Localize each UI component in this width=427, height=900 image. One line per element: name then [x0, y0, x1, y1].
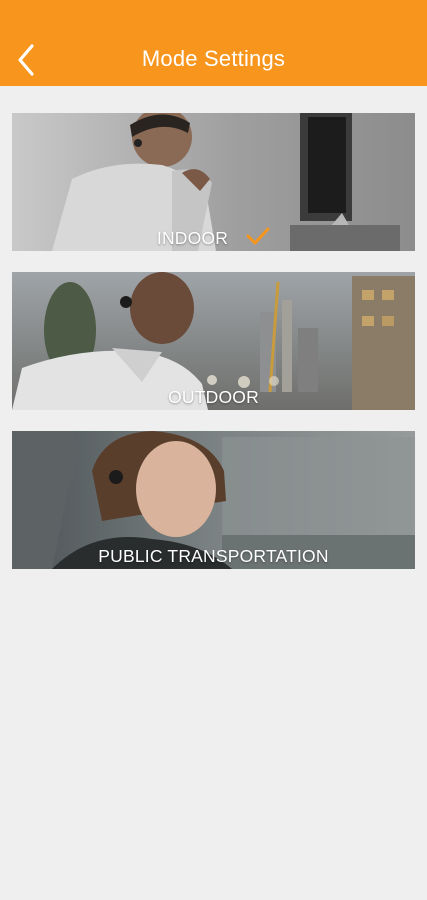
mode-card-public-transportation[interactable]: PUBLIC TRANSPORTATION [12, 431, 415, 569]
mode-label-text: PUBLIC TRANSPORTATION [98, 546, 329, 566]
mode-label-text: OUTDOOR [168, 387, 259, 407]
mode-card-outdoor[interactable]: OUTDOOR [12, 272, 415, 410]
checkmark-icon [246, 227, 270, 245]
mode-label-indoor: INDOOR [12, 227, 415, 249]
page-title: Mode Settings [141, 46, 286, 71]
mode-label-public-transportation: PUBLIC TRANSPORTATION [12, 546, 415, 567]
mode-label-text: INDOOR [156, 228, 229, 248]
app-header: Mode Settings [0, 0, 427, 86]
mode-card-indoor[interactable]: INDOOR [12, 113, 415, 251]
mode-label-outdoor: OUTDOOR [12, 387, 415, 408]
